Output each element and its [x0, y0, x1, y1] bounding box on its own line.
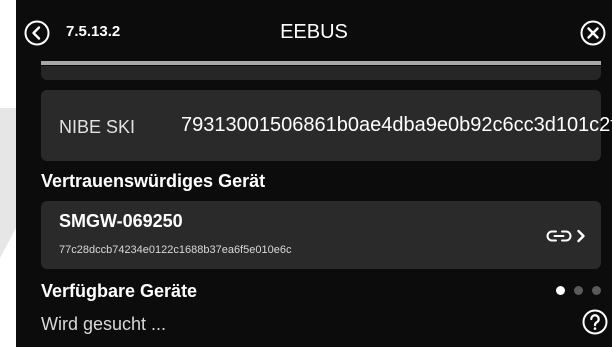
scrolled-card-edge: [41, 66, 601, 80]
page-indicator: [556, 286, 606, 296]
device-hash: 77c28dccb74234e0122c1688b37ea6f5e010e6c: [59, 244, 292, 256]
ski-value: 79313001506861b0ae4dba9e0b92c6cc3d101c2f: [181, 114, 612, 136]
close-icon[interactable]: [580, 20, 606, 46]
search-status: Wird gesucht ...: [41, 314, 167, 334]
page-dot-active: [556, 286, 565, 295]
page-dot: [592, 286, 601, 295]
chevron-right-icon: [577, 229, 585, 243]
page-title: EEBUS: [280, 21, 348, 43]
page-dot: [574, 286, 583, 295]
device-screen: 7.5.13.2 EEBUS NIBE SKI 79313001506861b0…: [16, 0, 612, 347]
device-name: SMGW-069250: [59, 211, 183, 231]
help-icon[interactable]: [582, 309, 608, 335]
ski-card: NIBE SKI 79313001506861b0ae4dba9e0b92c6c…: [41, 90, 612, 161]
available-devices-heading: Verfügbare Geräte: [41, 281, 198, 301]
trusted-device-item[interactable]: SMGW-069250 77c28dccb74234e0122c1688b37e…: [41, 201, 601, 269]
header-divider: [41, 61, 601, 65]
link-icon: [546, 230, 572, 242]
ski-label: NIBE SKI: [59, 117, 136, 137]
trusted-device-heading: Vertrauenswürdiges Gerät: [41, 171, 266, 191]
header-bar: 7.5.13.2 EEBUS: [16, 0, 612, 62]
